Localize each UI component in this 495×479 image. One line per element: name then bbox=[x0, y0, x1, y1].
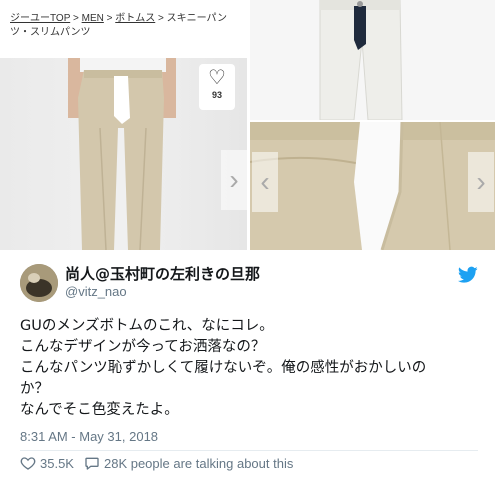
closeup-illustration bbox=[250, 122, 495, 250]
like-button[interactable]: 35.5K bbox=[20, 455, 74, 471]
tweet-actions: 35.5K 28K people are talking about this bbox=[20, 455, 303, 471]
tweet-timestamp[interactable]: 8:31 AM - May 31, 2018 bbox=[20, 429, 158, 444]
favorite-count: 93 bbox=[211, 90, 222, 100]
speech-bubble-icon bbox=[85, 457, 99, 470]
divider bbox=[20, 450, 478, 451]
next-arrow[interactable]: › bbox=[468, 152, 494, 212]
conversation-text: 28K people are talking about this bbox=[103, 455, 294, 471]
chevron-right-icon: › bbox=[229, 164, 239, 195]
tweet-line: か？ bbox=[20, 381, 49, 397]
breadcrumb-separator: > bbox=[158, 13, 164, 24]
avatar[interactable] bbox=[20, 264, 58, 302]
closeup-photo-panel[interactable]: ‹ › bbox=[250, 122, 495, 250]
breadcrumb-separator: > bbox=[72, 13, 79, 24]
media-grid[interactable]: ジーユーTOP > MEN > ボトムス > スキニーパンツ・スリムパンツ ♡ … bbox=[0, 0, 495, 250]
product-photo-panel-white[interactable]: ♡ 93 bbox=[250, 0, 495, 120]
chevron-left-icon: ‹ bbox=[260, 166, 270, 197]
breadcrumb-item[interactable]: MEN bbox=[82, 13, 104, 24]
breadcrumb-separator: > bbox=[106, 13, 113, 24]
favorite-button[interactable]: ♡ 93 bbox=[199, 64, 235, 110]
next-arrow[interactable]: › bbox=[221, 150, 247, 210]
tweet-line: GUのメンズボトムのこれ、なにコレ。 bbox=[20, 318, 274, 334]
user-handle[interactable]: @vitz_nao bbox=[65, 284, 127, 300]
display-name[interactable]: 尚人@玉村町の左利きの旦那 bbox=[65, 264, 260, 284]
avatar-image bbox=[20, 264, 58, 302]
breadcrumb: ジーユーTOP > MEN > ボトムス > スキニーパンツ・スリムパンツ bbox=[0, 0, 247, 58]
tweet-line: こんなデザインが今ってお洒落なの？ bbox=[20, 339, 266, 355]
heart-icon bbox=[20, 457, 36, 470]
product-photo-panel[interactable]: ジーユーTOP > MEN > ボトムス > スキニーパンツ・スリムパンツ ♡ … bbox=[0, 0, 247, 250]
like-count: 35.5K bbox=[40, 455, 74, 471]
twitter-bird-icon[interactable] bbox=[457, 266, 478, 284]
tweet-line: なんでそこ色変えたよ。 bbox=[20, 402, 179, 418]
prev-arrow[interactable]: ‹ bbox=[252, 152, 278, 212]
breadcrumb-item[interactable]: ボトムス bbox=[115, 13, 155, 24]
heart-icon: ♡ bbox=[208, 67, 226, 89]
conversation-button[interactable]: 28K people are talking about this bbox=[84, 455, 293, 471]
white-pants-illustration bbox=[319, 0, 403, 120]
chevron-right-icon: › bbox=[476, 166, 486, 197]
breadcrumb-item[interactable]: ジーユーTOP bbox=[10, 13, 70, 24]
tweet-text: GUのメンズボトムのこれ、なにコレ。 こんなデザインが今ってお洒落なの？ こんな… bbox=[20, 316, 480, 421]
tweet-card[interactable]: 尚人@玉村町の左利きの旦那 @vitz_nao GUのメンズボトムのこれ、なにコ… bbox=[0, 250, 495, 479]
tweet-line: こんなパンツ恥ずかしくて履けないぞ。俺の感性がおかしいの bbox=[20, 360, 427, 376]
